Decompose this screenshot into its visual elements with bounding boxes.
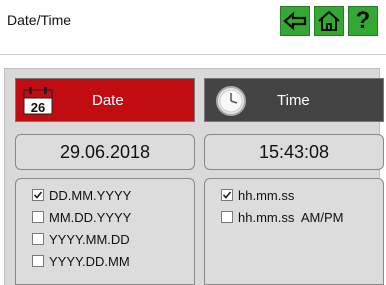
date-format-label: YYYY.DD.MM <box>49 253 130 269</box>
tab-time[interactable]: Time <box>204 78 384 122</box>
time-format-option[interactable]: hh.mm.ss <box>221 187 294 203</box>
help-icon: ? <box>355 7 371 34</box>
home-icon <box>318 10 340 31</box>
time-format-option[interactable]: hh.mm.ss AM/PM <box>221 209 343 225</box>
header-bar: Date/Time ? <box>0 0 386 44</box>
date-value-field[interactable]: 29.06.2018 <box>15 134 195 170</box>
date-format-label: DD.MM.YYYY <box>49 187 132 203</box>
back-button[interactable] <box>280 6 310 36</box>
time-format-label: hh.mm.ss <box>238 187 295 203</box>
date-format-option[interactable]: MM.DD.YYYY <box>32 209 131 225</box>
date-format-group: DD.MM.YYYY MM.DD.YYYY YYYY.MM.DD YYYY.DD… <box>15 178 195 285</box>
checkmark-icon <box>33 191 43 199</box>
checkbox[interactable] <box>221 189 233 201</box>
help-button[interactable]: ? <box>348 6 378 36</box>
date-format-option[interactable]: DD.MM.YYYY <box>32 187 131 203</box>
home-button[interactable] <box>314 6 344 36</box>
checkbox[interactable] <box>32 233 44 245</box>
checkbox[interactable] <box>32 211 44 223</box>
tab-date-label: Date <box>92 91 124 109</box>
time-format-group: hh.mm.ss hh.mm.ss AM/PM <box>204 178 384 285</box>
tab-time-label: Time <box>277 91 310 109</box>
header-divider <box>0 54 386 55</box>
date-format-option[interactable]: YYYY.MM.DD <box>32 231 130 247</box>
checkbox[interactable] <box>32 189 44 201</box>
back-arrow-icon <box>283 11 307 31</box>
time-format-label: hh.mm.ss AM/PM <box>238 209 344 225</box>
date-format-label: MM.DD.YYYY <box>49 209 132 225</box>
time-value-field[interactable]: 15:43:08 <box>204 134 384 170</box>
checkbox[interactable] <box>32 255 44 267</box>
calendar-icon: 26 <box>23 87 53 115</box>
checkmark-icon <box>222 191 232 199</box>
page-title: Date/Time <box>7 12 72 28</box>
date-format-option[interactable]: YYYY.DD.MM <box>32 253 130 269</box>
calendar-day-number: 26 <box>31 100 45 115</box>
checkbox[interactable] <box>221 211 233 223</box>
date-format-label: YYYY.MM.DD <box>49 231 130 247</box>
clock-icon <box>216 86 246 116</box>
tab-date[interactable]: 26 Date <box>15 78 195 122</box>
